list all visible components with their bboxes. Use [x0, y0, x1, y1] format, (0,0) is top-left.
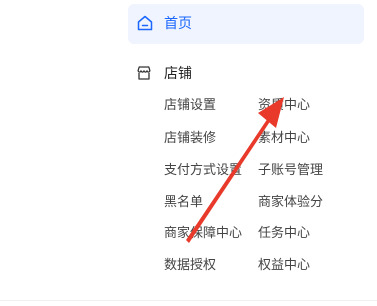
nav-item-home[interactable]: 首页 — [128, 4, 364, 44]
nav-subitem-task-center[interactable]: 任务中心 — [258, 225, 310, 243]
nav-subitem-merchant-experience-score[interactable]: 商家体验分 — [258, 194, 323, 212]
nav-subitem-payment-settings[interactable]: 支付方式设置 — [164, 162, 242, 180]
store-icon — [137, 66, 151, 80]
home-icon — [137, 15, 153, 31]
nav-section-store[interactable]: 店铺 — [136, 62, 336, 86]
nav-subitem-store-settings[interactable]: 店铺设置 — [164, 97, 216, 115]
nav-subitem-merchant-protection-center[interactable]: 商家保障中心 — [164, 225, 242, 243]
nav-subitem-material-center[interactable]: 素材中心 — [258, 130, 310, 148]
nav-item-home-label: 首页 — [164, 16, 192, 32]
nav-subitem-store-decoration[interactable]: 店铺装修 — [164, 130, 216, 148]
nav-subitem-benefits-center[interactable]: 权益中心 — [258, 257, 310, 275]
nav-subitem-subaccount-management[interactable]: 子账号管理 — [258, 162, 323, 180]
nav-subitem-qualification-center[interactable]: 资质中心 — [258, 97, 310, 115]
bottom-divider — [0, 300, 377, 301]
nav-section-store-label: 店铺 — [164, 66, 192, 82]
nav-subitem-data-authorization[interactable]: 数据授权 — [164, 257, 216, 275]
nav-subitem-blacklist[interactable]: 黑名单 — [164, 194, 203, 212]
